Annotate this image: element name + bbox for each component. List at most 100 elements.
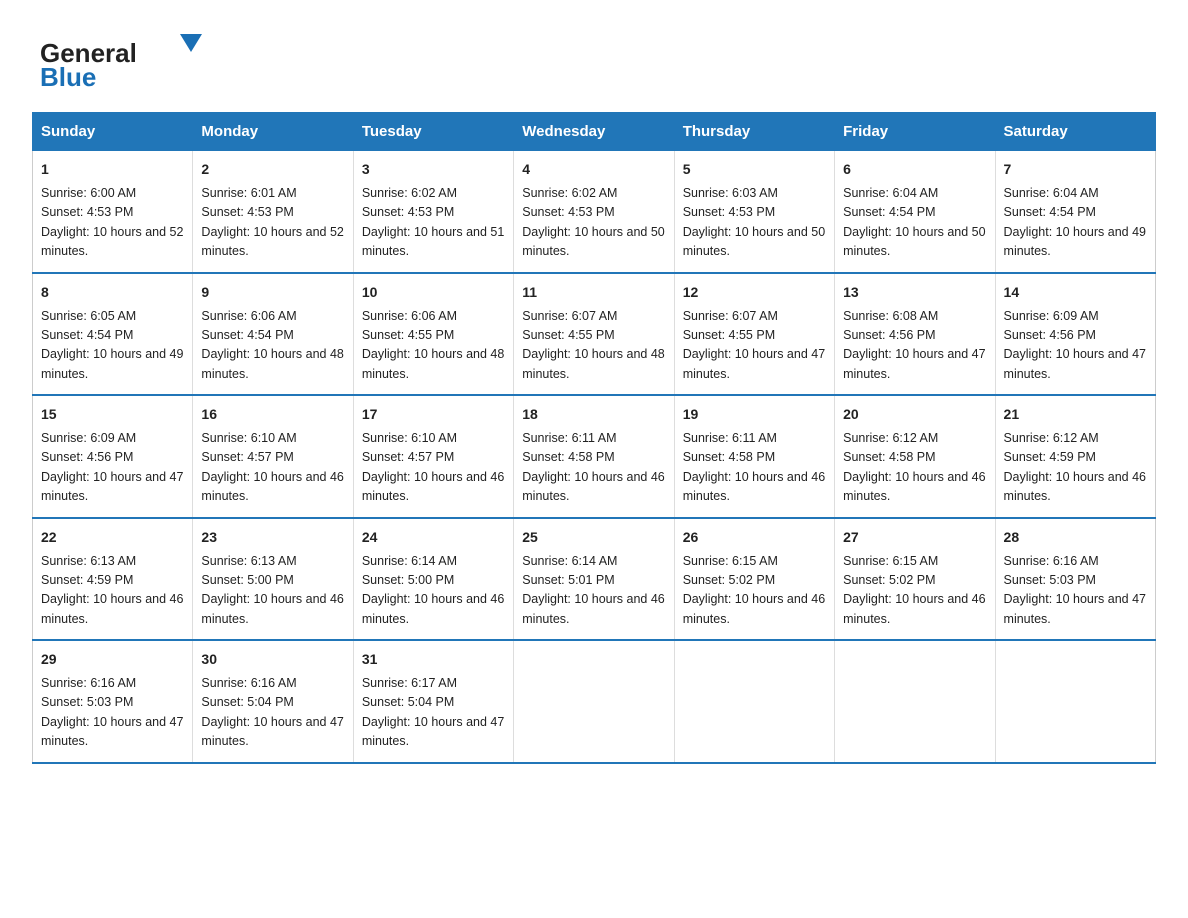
calendar-cell: 16 Sunrise: 6:10 AMSunset: 4:57 PMDayligh… (193, 395, 353, 518)
day-info: Sunrise: 6:01 AMSunset: 4:53 PMDaylight:… (201, 184, 344, 262)
calendar-cell: 13Sunrise: 6:08 AMSunset: 4:56 PMDayligh… (835, 273, 995, 396)
calendar-cell: 20 Sunrise: 6:12 AMSunset: 4:58 PMDayligh… (835, 395, 995, 518)
day-info: Sunrise: 6:10 AMSunset: 4:57 PMDaylight:… (201, 429, 344, 507)
day-number: 20 (843, 404, 986, 425)
calendar-cell: 26 Sunrise: 6:15 AMSunset: 5:02 PMDayligh… (674, 518, 834, 641)
day-info: Sunrise: 6:15 AMSunset: 5:02 PMDaylight:… (683, 552, 826, 630)
day-info: Sunrise: 6:17 AMSunset: 5:04 PMDaylight:… (362, 674, 505, 752)
day-info: Sunrise: 6:00 AMSunset: 4:53 PMDaylight:… (41, 184, 184, 262)
day-info: Sunrise: 6:06 AMSunset: 4:55 PMDaylight:… (362, 307, 505, 385)
day-number: 22 (41, 527, 184, 548)
day-number: 26 (683, 527, 826, 548)
page-header: General Blue (32, 24, 1156, 94)
day-number: 17 (362, 404, 505, 425)
day-number: 18 (522, 404, 665, 425)
calendar-cell: 3 Sunrise: 6:02 AMSunset: 4:53 PMDaylight… (353, 151, 513, 273)
day-number: 23 (201, 527, 344, 548)
logo: General Blue (32, 24, 202, 94)
calendar-cell: 11 Sunrise: 6:07 AMSunset: 4:55 PMDayligh… (514, 273, 674, 396)
day-number: 1 (41, 159, 184, 180)
day-info: Sunrise: 6:07 AMSunset: 4:55 PMDaylight:… (522, 307, 665, 385)
calendar-cell: 5Sunrise: 6:03 AMSunset: 4:53 PMDaylight… (674, 151, 834, 273)
day-number: 14 (1004, 282, 1147, 303)
day-number: 21 (1004, 404, 1147, 425)
day-info: Sunrise: 6:04 AMSunset: 4:54 PMDaylight:… (1004, 184, 1147, 262)
day-number: 3 (362, 159, 505, 180)
column-header-friday: Friday (835, 113, 995, 151)
day-info: Sunrise: 6:12 AMSunset: 4:58 PMDaylight:… (843, 429, 986, 507)
calendar-cell: 27 Sunrise: 6:15 AMSunset: 5:02 PMDayligh… (835, 518, 995, 641)
day-number: 12 (683, 282, 826, 303)
day-info: Sunrise: 6:07 AMSunset: 4:55 PMDaylight:… (683, 307, 826, 385)
calendar-table: SundayMondayTuesdayWednesdayThursdayFrid… (32, 112, 1156, 764)
column-header-sunday: Sunday (33, 113, 193, 151)
calendar-cell (674, 640, 834, 763)
day-number: 28 (1004, 527, 1147, 548)
day-number: 11 (522, 282, 665, 303)
calendar-cell: 10 Sunrise: 6:06 AMSunset: 4:55 PMDayligh… (353, 273, 513, 396)
calendar-cell: 31 Sunrise: 6:17 AMSunset: 5:04 PMDayligh… (353, 640, 513, 763)
day-number: 2 (201, 159, 344, 180)
calendar-cell: 1 Sunrise: 6:00 AMSunset: 4:53 PMDaylight… (33, 151, 193, 273)
day-info: Sunrise: 6:11 AMSunset: 4:58 PMDaylight:… (522, 429, 665, 507)
day-number: 31 (362, 649, 505, 670)
calendar-cell: 7 Sunrise: 6:04 AMSunset: 4:54 PMDaylight… (995, 151, 1155, 273)
calendar-cell: 30 Sunrise: 6:16 AMSunset: 5:04 PMDayligh… (193, 640, 353, 763)
calendar-cell (835, 640, 995, 763)
day-info: Sunrise: 6:09 AMSunset: 4:56 PMDaylight:… (1004, 307, 1147, 385)
day-info: Sunrise: 6:15 AMSunset: 5:02 PMDaylight:… (843, 552, 986, 630)
day-number: 9 (201, 282, 344, 303)
day-info: Sunrise: 6:12 AMSunset: 4:59 PMDaylight:… (1004, 429, 1147, 507)
calendar-cell: 2 Sunrise: 6:01 AMSunset: 4:53 PMDaylight… (193, 151, 353, 273)
day-info: Sunrise: 6:04 AMSunset: 4:54 PMDaylight:… (843, 184, 986, 262)
day-number: 8 (41, 282, 184, 303)
column-header-wednesday: Wednesday (514, 113, 674, 151)
calendar-week-row: 8 Sunrise: 6:05 AMSunset: 4:54 PMDaylight… (33, 273, 1156, 396)
calendar-cell (995, 640, 1155, 763)
day-info: Sunrise: 6:11 AMSunset: 4:58 PMDaylight:… (683, 429, 826, 507)
calendar-cell (514, 640, 674, 763)
calendar-cell: 19 Sunrise: 6:11 AMSunset: 4:58 PMDayligh… (674, 395, 834, 518)
day-info: Sunrise: 6:16 AMSunset: 5:04 PMDaylight:… (201, 674, 344, 752)
day-info: Sunrise: 6:06 AMSunset: 4:54 PMDaylight:… (201, 307, 344, 385)
day-number: 7 (1004, 159, 1147, 180)
calendar-cell: 17 Sunrise: 6:10 AMSunset: 4:57 PMDayligh… (353, 395, 513, 518)
calendar-cell: 6Sunrise: 6:04 AMSunset: 4:54 PMDaylight… (835, 151, 995, 273)
day-number: 10 (362, 282, 505, 303)
column-header-monday: Monday (193, 113, 353, 151)
day-number: 30 (201, 649, 344, 670)
calendar-cell: 24 Sunrise: 6:14 AMSunset: 5:00 PMDayligh… (353, 518, 513, 641)
calendar-cell: 28 Sunrise: 6:16 AMSunset: 5:03 PMDayligh… (995, 518, 1155, 641)
day-number: 27 (843, 527, 986, 548)
day-info: Sunrise: 6:05 AMSunset: 4:54 PMDaylight:… (41, 307, 184, 385)
column-header-tuesday: Tuesday (353, 113, 513, 151)
day-number: 25 (522, 527, 665, 548)
day-info: Sunrise: 6:13 AMSunset: 5:00 PMDaylight:… (201, 552, 344, 630)
calendar-week-row: 29Sunrise: 6:16 AMSunset: 5:03 PMDayligh… (33, 640, 1156, 763)
day-info: Sunrise: 6:09 AMSunset: 4:56 PMDaylight:… (41, 429, 184, 507)
day-info: Sunrise: 6:02 AMSunset: 4:53 PMDaylight:… (362, 184, 505, 262)
day-number: 16 (201, 404, 344, 425)
day-info: Sunrise: 6:16 AMSunset: 5:03 PMDaylight:… (1004, 552, 1147, 630)
calendar-cell: 18 Sunrise: 6:11 AMSunset: 4:58 PMDayligh… (514, 395, 674, 518)
day-info: Sunrise: 6:13 AMSunset: 4:59 PMDaylight:… (41, 552, 184, 630)
day-info: Sunrise: 6:10 AMSunset: 4:57 PMDaylight:… (362, 429, 505, 507)
calendar-cell: 22 Sunrise: 6:13 AMSunset: 4:59 PMDayligh… (33, 518, 193, 641)
logo-svg: General Blue (32, 24, 202, 94)
column-header-saturday: Saturday (995, 113, 1155, 151)
calendar-cell: 15 Sunrise: 6:09 AMSunset: 4:56 PMDayligh… (33, 395, 193, 518)
calendar-header-row: SundayMondayTuesdayWednesdayThursdayFrid… (33, 113, 1156, 151)
calendar-week-row: 22 Sunrise: 6:13 AMSunset: 4:59 PMDayligh… (33, 518, 1156, 641)
calendar-cell: 4 Sunrise: 6:02 AMSunset: 4:53 PMDaylight… (514, 151, 674, 273)
day-number: 19 (683, 404, 826, 425)
day-number: 24 (362, 527, 505, 548)
day-number: 13 (843, 282, 986, 303)
day-info: Sunrise: 6:16 AMSunset: 5:03 PMDaylight:… (41, 674, 184, 752)
day-info: Sunrise: 6:14 AMSunset: 5:01 PMDaylight:… (522, 552, 665, 630)
day-info: Sunrise: 6:14 AMSunset: 5:00 PMDaylight:… (362, 552, 505, 630)
day-number: 15 (41, 404, 184, 425)
svg-text:Blue: Blue (40, 62, 96, 92)
column-header-thursday: Thursday (674, 113, 834, 151)
day-info: Sunrise: 6:02 AMSunset: 4:53 PMDaylight:… (522, 184, 665, 262)
day-number: 4 (522, 159, 665, 180)
